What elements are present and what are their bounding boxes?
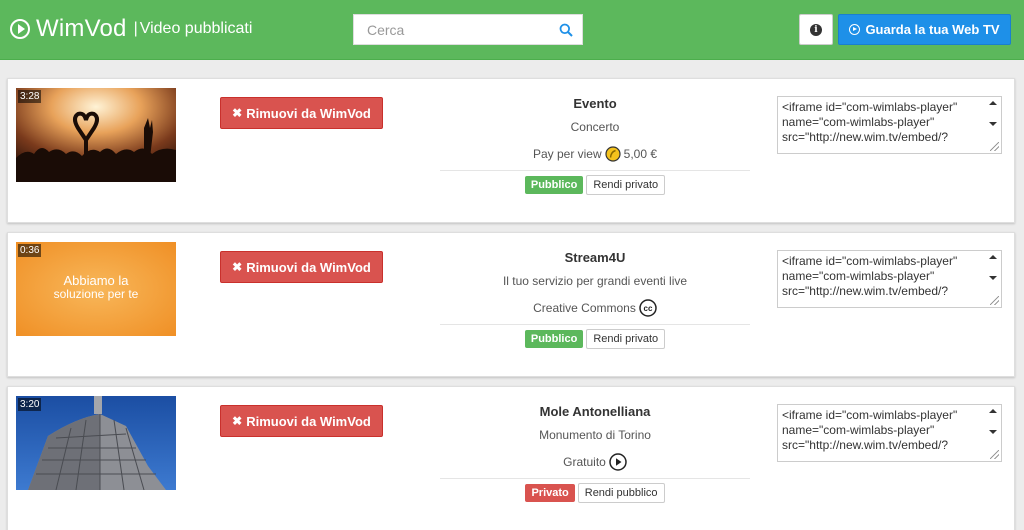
video-thumbnail[interactable]: 3:28 xyxy=(16,88,176,182)
play-circle-icon xyxy=(609,453,627,471)
info-icon: i xyxy=(810,23,822,36)
video-card: 3:20 ✖ Rimuovi da WimVod Mole Antonellia… xyxy=(7,386,1015,530)
video-subtitle: Monumento di Torino xyxy=(539,428,651,442)
remove-label: Rimuovi da WimVod xyxy=(246,105,371,121)
video-info: Stream4U Il tuo servizio per grandi even… xyxy=(440,250,750,349)
embed-code-textarea[interactable]: <iframe id="com-wimlabs-player" name="co… xyxy=(778,405,985,461)
embed-code-box: <iframe id="com-wimlabs-player" name="co… xyxy=(777,250,1002,308)
status-row: Pubblico Rendi privato xyxy=(440,329,750,349)
svg-text:cc: cc xyxy=(643,304,652,313)
scroll-down-icon[interactable] xyxy=(989,122,997,126)
remove-from-wimvod-button[interactable]: ✖ Rimuovi da WimVod xyxy=(220,251,383,283)
search-input[interactable] xyxy=(354,15,554,44)
scroll-up-icon[interactable] xyxy=(989,255,997,259)
brand-separator: | xyxy=(133,20,138,37)
watch-web-tv-button[interactable]: Guarda la tua Web TV xyxy=(838,14,1011,45)
play-logo-icon xyxy=(10,19,30,39)
video-title: Mole Antonelliana xyxy=(539,404,651,419)
remove-from-wimvod-button[interactable]: ✖ Rimuovi da WimVod xyxy=(220,97,383,129)
scroll-down-icon[interactable] xyxy=(989,276,997,280)
video-license: Creative Commons cc xyxy=(440,299,750,317)
video-title: Stream4U xyxy=(564,250,626,265)
make-public-button[interactable]: Rendi pubblico xyxy=(577,483,665,503)
video-info: Mole Antonelliana Monumento di Torino Gr… xyxy=(440,404,750,503)
scroll-up-icon[interactable] xyxy=(989,101,997,105)
status-badge: Privato xyxy=(525,484,575,502)
info-button[interactable]: i xyxy=(799,14,833,45)
close-icon: ✖ xyxy=(232,260,243,274)
video-subtitle: Il tuo servizio per grandi eventi live xyxy=(502,274,688,288)
brand[interactable]: WimVod | Video pubblicati xyxy=(10,13,252,45)
scroll-up-icon[interactable] xyxy=(989,409,997,413)
watch-web-tv-label: Guarda la tua Web TV xyxy=(865,22,1000,37)
close-icon: ✖ xyxy=(232,414,243,428)
status-row: Privato Rendi pubblico xyxy=(440,483,750,503)
brand-name: WimVod xyxy=(36,15,127,42)
make-private-button[interactable]: Rendi privato xyxy=(586,175,666,195)
thumbnail-headline: Abbiamo la xyxy=(63,273,129,288)
status-badge: Pubblico xyxy=(524,176,584,194)
video-duration: 3:28 xyxy=(18,90,42,103)
video-license: Gratuito xyxy=(440,453,750,471)
thumbnail-subline: soluzione per te xyxy=(54,287,139,301)
video-title: Evento xyxy=(573,96,617,111)
status-badge: Pubblico xyxy=(524,330,584,348)
video-card: Abbiamo la soluzione per te 0:36 ✖ Rimuo… xyxy=(7,232,1015,377)
license-label: Creative Commons xyxy=(533,301,636,315)
video-price: 5,00 € xyxy=(623,147,658,161)
video-card: 3:28 ✖ Rimuovi da WimVod Evento Concerto… xyxy=(7,78,1015,223)
video-license: Pay per view 5,00 € xyxy=(440,145,750,163)
remove-from-wimvod-button[interactable]: ✖ Rimuovi da WimVod xyxy=(220,405,383,437)
video-thumbnail[interactable]: Abbiamo la soluzione per te 0:36 xyxy=(16,242,176,336)
search-box xyxy=(353,14,583,45)
embed-code-box: <iframe id="com-wimlabs-player" name="co… xyxy=(777,404,1002,462)
resize-handle-icon[interactable] xyxy=(990,296,999,305)
remove-label: Rimuovi da WimVod xyxy=(246,413,371,429)
status-row: Pubblico Rendi privato xyxy=(440,175,750,195)
video-duration: 0:36 xyxy=(18,244,42,257)
play-circle-icon xyxy=(849,24,861,35)
resize-handle-icon[interactable] xyxy=(990,142,999,151)
embed-code-textarea[interactable]: <iframe id="com-wimlabs-player" name="co… xyxy=(778,251,985,307)
license-label: Gratuito xyxy=(563,455,606,469)
embed-code-box: <iframe id="com-wimlabs-player" name="co… xyxy=(777,96,1002,154)
scroll-down-icon[interactable] xyxy=(989,430,997,434)
page-title: Video pubblicati xyxy=(139,20,253,37)
license-label: Pay per view xyxy=(532,147,602,161)
video-duration: 3:20 xyxy=(18,398,42,411)
video-subtitle: Concerto xyxy=(570,120,620,134)
remove-label: Rimuovi da WimVod xyxy=(246,259,371,275)
divider xyxy=(440,170,750,171)
divider xyxy=(440,478,750,479)
search-icon[interactable] xyxy=(559,23,573,37)
make-private-button[interactable]: Rendi privato xyxy=(586,329,666,349)
resize-handle-icon[interactable] xyxy=(990,450,999,459)
close-icon: ✖ xyxy=(232,106,243,120)
embed-code-textarea[interactable]: <iframe id="com-wimlabs-player" name="co… xyxy=(778,97,985,153)
video-thumbnail[interactable]: 3:20 xyxy=(16,396,176,490)
divider xyxy=(440,324,750,325)
top-navbar: WimVod | Video pubblicati i Guarda la tu… xyxy=(0,0,1024,60)
coin-icon xyxy=(605,146,621,162)
creative-commons-icon: cc xyxy=(639,299,657,317)
video-info: Evento Concerto Pay per view 5,00 € Pubb… xyxy=(440,96,750,195)
